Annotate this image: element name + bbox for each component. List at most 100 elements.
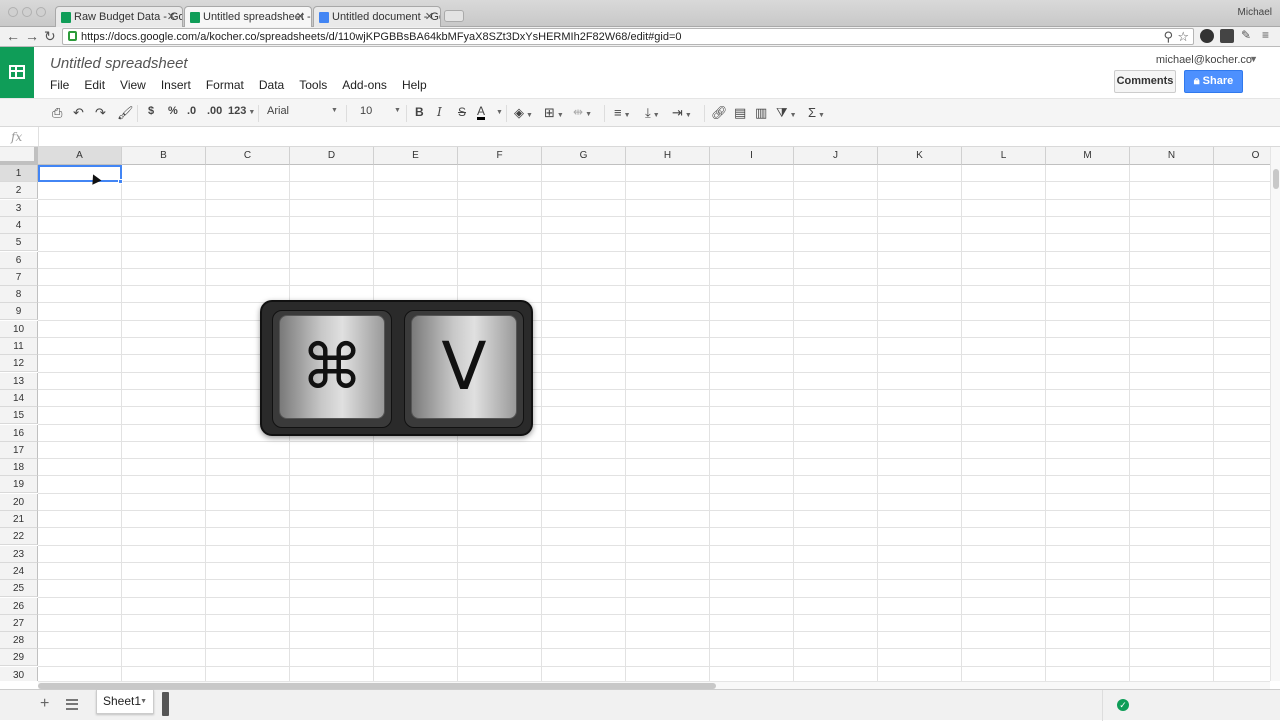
strikethrough-button[interactable]: S bbox=[458, 105, 466, 119]
column-header[interactable]: G bbox=[542, 147, 626, 165]
row-header[interactable]: 19 bbox=[0, 476, 38, 494]
window-zoom-icon[interactable] bbox=[36, 7, 46, 17]
column-header[interactable]: A bbox=[38, 147, 122, 165]
decrease-decimals-button[interactable]: .0 bbox=[187, 105, 196, 117]
buffer-extension-icon[interactable] bbox=[1220, 29, 1234, 43]
column-header[interactable]: B bbox=[122, 147, 206, 165]
browser-tab-untitled-spreadsheet[interactable]: Untitled spreadsheet - Goo ✕ bbox=[184, 6, 312, 27]
document-title[interactable]: Untitled spreadsheet bbox=[50, 55, 188, 72]
row-header[interactable]: 7 bbox=[0, 268, 38, 286]
vertical-align-icon[interactable]: ⤓ ▼ bbox=[645, 105, 660, 121]
column-header[interactable]: O bbox=[1214, 147, 1270, 165]
undo-icon[interactable]: ↶ bbox=[73, 105, 84, 121]
browser-tab-raw-budget[interactable]: Raw Budget Data - Google ✕ bbox=[55, 6, 183, 27]
menu-help[interactable]: Help bbox=[402, 78, 427, 92]
insert-comment-icon[interactable]: ▤ bbox=[734, 105, 746, 121]
column-header[interactable]: H bbox=[626, 147, 710, 165]
menu-file[interactable]: File bbox=[50, 78, 69, 92]
row-header[interactable]: 28 bbox=[0, 632, 38, 650]
row-header[interactable]: 15 bbox=[0, 407, 38, 425]
menu-addons[interactable]: Add-ons bbox=[342, 78, 387, 92]
menu-tools[interactable]: Tools bbox=[299, 78, 327, 92]
bookmark-star-icon[interactable]: ☆ bbox=[1177, 29, 1189, 45]
menu-format[interactable]: Format bbox=[206, 78, 244, 92]
row-header[interactable]: 5 bbox=[0, 234, 38, 252]
active-cell[interactable] bbox=[38, 165, 122, 182]
column-header[interactable]: D bbox=[290, 147, 374, 165]
horizontal-align-icon[interactable]: ≡ ▼ bbox=[614, 105, 631, 120]
more-formats-button[interactable]: 123 ▼ bbox=[228, 105, 255, 117]
formula-input[interactable] bbox=[38, 127, 1280, 146]
functions-button[interactable]: Σ ▼ bbox=[808, 105, 825, 120]
menu-edit[interactable]: Edit bbox=[84, 78, 105, 92]
filter-icon[interactable]: ⧩ ▼ bbox=[776, 105, 797, 121]
tab-close-icon[interactable]: ✕ bbox=[425, 10, 434, 23]
chrome-menu-icon[interactable]: ≡ bbox=[1262, 28, 1269, 42]
column-header[interactable]: E bbox=[374, 147, 458, 165]
chevron-down-icon[interactable]: ▼ bbox=[140, 698, 147, 705]
paint-format-icon[interactable]: 🖌︎ bbox=[117, 105, 134, 121]
merge-cells-icon[interactable]: ⇹ ▼ bbox=[573, 105, 592, 119]
insert-chart-icon[interactable]: ▥ bbox=[755, 105, 767, 121]
row-header[interactable]: 4 bbox=[0, 216, 38, 234]
back-arrow-icon[interactable]: ← bbox=[6, 28, 20, 44]
menu-data[interactable]: Data bbox=[259, 78, 284, 92]
fill-handle[interactable] bbox=[118, 179, 123, 184]
add-sheet-icon[interactable]: + bbox=[40, 695, 49, 713]
tab-close-icon[interactable]: ✕ bbox=[167, 10, 176, 23]
column-header[interactable]: L bbox=[962, 147, 1046, 165]
browser-tab-untitled-document[interactable]: Untitled document - Google ✕ bbox=[313, 6, 441, 27]
borders-icon[interactable]: ⊞ ▼ bbox=[544, 105, 564, 121]
row-header[interactable]: 3 bbox=[0, 199, 38, 217]
select-all-corner[interactable] bbox=[0, 147, 38, 165]
row-header[interactable]: 27 bbox=[0, 614, 38, 632]
bold-button[interactable]: B bbox=[415, 105, 424, 119]
row-header[interactable]: 17 bbox=[0, 441, 38, 459]
sheet-tab-sheet1[interactable]: Sheet1 ▼ bbox=[96, 690, 154, 714]
italic-button[interactable]: I bbox=[437, 105, 442, 119]
row-header[interactable]: 24 bbox=[0, 562, 38, 580]
row-header[interactable]: 26 bbox=[0, 597, 38, 615]
row-header[interactable]: 21 bbox=[0, 511, 38, 528]
vertical-scrollbar[interactable] bbox=[1270, 147, 1280, 681]
url-input[interactable]: https://docs.google.com/a/kocher.co/spre… bbox=[62, 28, 1194, 45]
extension-icon[interactable] bbox=[1200, 29, 1214, 43]
row-header[interactable]: 20 bbox=[0, 493, 38, 511]
tab-close-icon[interactable]: ✕ bbox=[296, 10, 305, 23]
font-family-select[interactable]: Arial ▼ bbox=[267, 105, 338, 117]
column-header[interactable]: J bbox=[794, 147, 878, 165]
menu-insert[interactable]: Insert bbox=[161, 78, 191, 92]
chevron-down-icon[interactable]: ▼ bbox=[1249, 54, 1258, 64]
window-minimize-icon[interactable] bbox=[22, 7, 32, 17]
sheet-scroll-handle[interactable] bbox=[162, 692, 169, 716]
menu-view[interactable]: View bbox=[120, 78, 146, 92]
vertical-scroll-thumb[interactable] bbox=[1273, 169, 1279, 189]
column-header[interactable]: I bbox=[710, 147, 794, 165]
row-header[interactable]: 13 bbox=[0, 372, 38, 390]
row-header[interactable]: 10 bbox=[0, 320, 38, 338]
window-close-icon[interactable] bbox=[8, 7, 18, 17]
text-color-caret[interactable]: ▼ bbox=[494, 105, 503, 117]
row-header[interactable]: 6 bbox=[0, 251, 38, 269]
currency-format-button[interactable]: $ bbox=[148, 105, 154, 117]
column-header[interactable]: F bbox=[458, 147, 542, 165]
row-header[interactable]: 30 bbox=[0, 666, 38, 681]
increase-decimals-button[interactable]: .00 bbox=[207, 105, 222, 117]
row-header[interactable]: 12 bbox=[0, 355, 38, 373]
spreadsheet-grid[interactable]: A B C D E F G H I J K L M N O 1 2 3 4 5 6 7 8 9 10 11 12 13 14 15 16 17… bbox=[0, 147, 1270, 681]
row-header[interactable]: 23 bbox=[0, 545, 38, 563]
account-email[interactable]: michael@kocher.co bbox=[1156, 54, 1252, 66]
column-header[interactable]: N bbox=[1130, 147, 1214, 165]
row-header[interactable]: 18 bbox=[0, 459, 38, 477]
saved-check-icon[interactable]: ✓ bbox=[1117, 699, 1129, 711]
row-header[interactable]: 1 bbox=[0, 165, 38, 182]
search-icon[interactable]: ⚲ bbox=[1163, 29, 1173, 45]
new-tab-button[interactable] bbox=[444, 10, 464, 22]
share-button[interactable]: 🔒︎ Share bbox=[1184, 70, 1243, 93]
tools-icon[interactable]: ✎ bbox=[1241, 28, 1251, 42]
percent-format-button[interactable]: % bbox=[168, 105, 178, 117]
text-color-button[interactable]: A bbox=[477, 105, 486, 120]
column-header[interactable]: K bbox=[878, 147, 962, 165]
horizontal-scrollbar[interactable] bbox=[38, 681, 1270, 689]
font-size-select[interactable]: 10 ▼ bbox=[360, 105, 401, 117]
